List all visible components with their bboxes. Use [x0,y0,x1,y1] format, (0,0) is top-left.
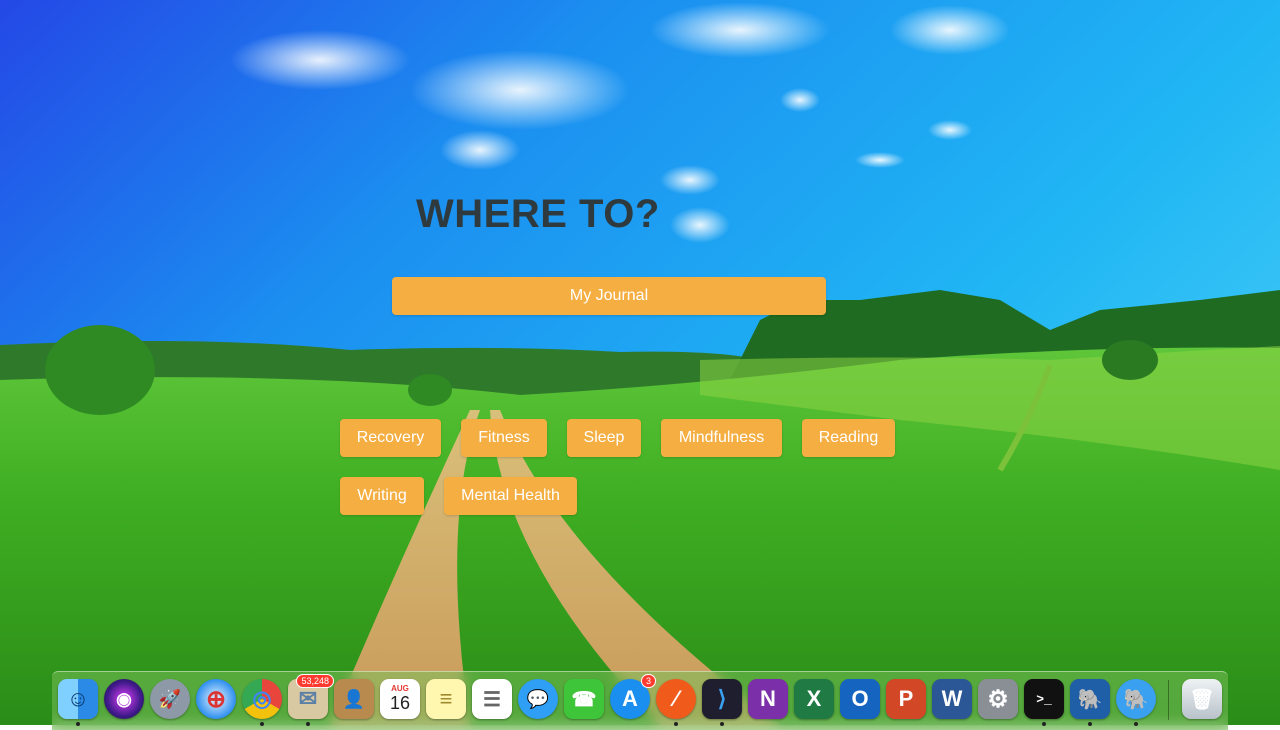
vscode-running-indicator [720,722,724,726]
launchpad-icon[interactable]: 🚀 [150,679,190,719]
finder-icon[interactable]: ☺ [58,679,98,719]
category-reading-button[interactable]: Reading [802,419,895,457]
chrome-icon[interactable]: ◎ [242,679,282,719]
facetime-icon[interactable]: ☎ [564,679,604,719]
instruments-icon[interactable]: ⁄ [656,679,696,719]
trash-icon[interactable]: 🗑 [1182,679,1222,719]
sequel-icon[interactable]: 🐘 [1116,679,1156,719]
messages-icon[interactable]: 💬 [518,679,558,719]
chrome-running-indicator [260,722,264,726]
finder-running-indicator [76,722,80,726]
calendar-icon[interactable]: AUG 16 [380,679,420,719]
system-preferences-icon[interactable]: ⚙ [978,679,1018,719]
desktop-wallpaper [0,0,1280,725]
word-icon[interactable]: W [932,679,972,719]
mail-badge: 53,248 [296,674,334,688]
vscode-icon[interactable]: ⟩ [702,679,742,719]
mail-icon[interactable]: ✉ 53,248 [288,674,334,719]
siri-icon[interactable]: ◉ [104,679,144,719]
notes-icon[interactable]: ≡ [426,679,466,719]
tableplus-icon[interactable]: 🐘 [1070,679,1110,719]
category-mental-health-button[interactable]: Mental Health [444,477,577,515]
category-mindfulness-button[interactable]: Mindfulness [661,419,782,457]
dock: ☺ ◉ 🚀 ⊕ ◎ ✉ 53,248 👤 AUG 16 ≡ ☰ 💬 ☎ A3 ⁄ ⟩… [52,671,1228,730]
app-store-badge: 3 [640,674,656,688]
outlook-icon[interactable]: O [840,679,880,719]
category-sleep-button[interactable]: Sleep [567,419,641,457]
mail-running-indicator [306,722,310,726]
my-journal-button[interactable]: My Journal [392,277,826,315]
app-store-icon[interactable]: A3 [610,674,656,719]
powerpoint-icon[interactable]: P [886,679,926,719]
contacts-icon[interactable]: 👤 [334,679,374,719]
category-recovery-button[interactable]: Recovery [340,419,441,457]
instruments-running-indicator [674,722,678,726]
sequel-running-indicator [1134,722,1138,726]
onenote-icon[interactable]: N [748,679,788,719]
dock-divider [1168,680,1169,720]
category-fitness-button[interactable]: Fitness [461,419,547,457]
terminal-running-indicator [1042,722,1046,726]
reminders-icon[interactable]: ☰ [472,679,512,719]
excel-icon[interactable]: X [794,679,834,719]
page-title: WHERE TO? [416,192,660,236]
safari-icon[interactable]: ⊕ [196,679,236,719]
category-writing-button[interactable]: Writing [340,477,424,515]
tableplus-running-indicator [1088,722,1092,726]
terminal-icon[interactable]: >_ [1024,679,1064,719]
